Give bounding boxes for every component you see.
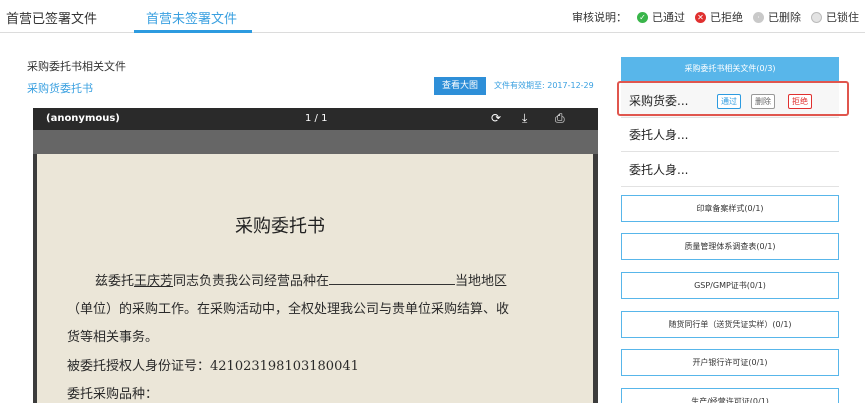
document-type-link[interactable]: 采购货委托书	[27, 80, 93, 96]
document-line-3: 货等相关事务。	[67, 330, 159, 345]
category-business-license[interactable]: 生产/经营许可证(0/1)	[621, 388, 839, 403]
active-tab-indicator	[134, 30, 252, 33]
review-legend: 审核说明： ✓ 已通过 ✕ 已拒绝 · 已删除 已锁住	[572, 9, 859, 25]
delegate-name: 王庆芳	[134, 274, 174, 289]
viewer-background	[33, 130, 598, 154]
legend-rejected: ✕ 已拒绝	[695, 9, 743, 25]
file-item-label: 委托人身...	[629, 163, 689, 177]
legend-approved: ✓ 已通过	[637, 9, 685, 25]
document-line-4: 被委托授权人身份证号：421023198103180041	[67, 359, 359, 374]
document-line-5: 委托采购品种：	[67, 387, 159, 402]
category-bank-permit[interactable]: 开户银行许可证(0/1)	[621, 349, 839, 376]
lock-circle-icon	[811, 11, 822, 23]
document-title: 采购委托书	[235, 216, 325, 237]
section-title: 采购委托书相关文件	[27, 60, 126, 73]
tab-unsigned-files[interactable]: 首营未签署文件	[146, 8, 237, 27]
x-circle-icon: ✕	[695, 11, 706, 23]
document-line-1: 兹委托王庆芳同志负责我公司经营品种在 当地地区	[95, 273, 508, 289]
viewer-toolbar: (anonymous) 1 / 1 ⟳ ⤓ ⎙	[33, 108, 598, 130]
document-line-2: （单位）的采购工作。在采购活动中，全权处理我公司与贵单位采购结算、收	[67, 302, 510, 317]
top-tab-bar: 首营已签署文件 首营未签署文件 审核说明： ✓ 已通过 ✕ 已拒绝 · 已删除 …	[0, 0, 865, 33]
category-seal-record[interactable]: 印章备案样式(0/1)	[621, 195, 839, 222]
selection-highlight	[617, 81, 849, 116]
file-group-header[interactable]: 采购委托书相关文件(0/3)	[621, 57, 839, 81]
page-counter: 1 / 1	[305, 113, 328, 124]
rotate-icon[interactable]: ⟳	[491, 111, 501, 125]
viewer-doc-name: (anonymous)	[46, 113, 120, 124]
file-item-label: 委托人身...	[629, 128, 689, 142]
check-circle-icon: ✓	[637, 11, 648, 23]
category-gsp-gmp[interactable]: GSP/GMP证书(0/1)	[621, 272, 839, 299]
blank-underline	[329, 273, 456, 285]
legend-deleted: · 已删除	[753, 9, 801, 25]
download-icon[interactable]: ⤓	[522, 111, 527, 126]
file-item[interactable]: 委托人身...	[621, 151, 839, 187]
grey-circle-icon: ·	[753, 11, 764, 23]
category-quality-survey[interactable]: 质量管理体系调查表(0/1)	[621, 233, 839, 260]
view-large-button[interactable]: 查看大图	[434, 77, 486, 95]
category-delivery-note[interactable]: 随货同行单（送货凭证实样）(0/1)	[621, 311, 839, 338]
pdf-viewer: (anonymous) 1 / 1 ⟳ ⤓ ⎙ 采购委托书 兹委托王庆芳同志负责…	[33, 108, 598, 403]
print-icon[interactable]: ⎙	[555, 111, 565, 126]
legend-locked: 已锁住	[811, 9, 859, 25]
document-page: 采购委托书 兹委托王庆芳同志负责我公司经营品种在 当地地区 （单位）的采购工作。在…	[37, 154, 593, 403]
expiry-date: 文件有效期至: 2017-12-29	[494, 81, 594, 90]
tab-signed-files[interactable]: 首营已签署文件	[6, 8, 97, 27]
legend-label: 审核说明：	[572, 11, 627, 24]
file-item[interactable]: 委托人身...	[621, 116, 839, 152]
